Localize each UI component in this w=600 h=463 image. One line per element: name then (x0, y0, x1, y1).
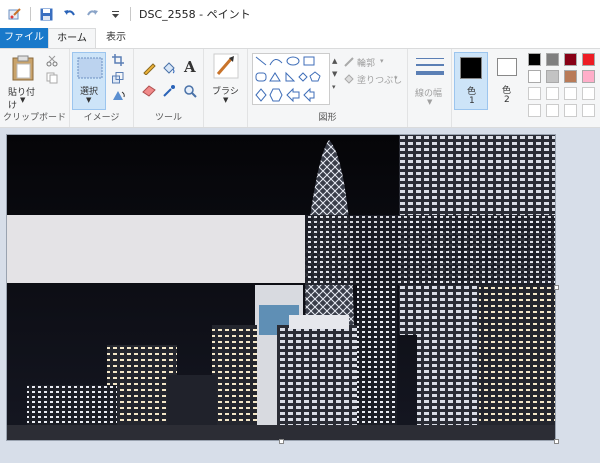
palette-swatch[interactable] (564, 104, 577, 117)
resize-handle-right[interactable] (554, 285, 559, 290)
palette-swatch[interactable] (546, 53, 559, 66)
brushes-dropdown-icon: ▼ (223, 96, 229, 104)
paint-app-icon[interactable] (7, 6, 23, 22)
eraser-icon[interactable] (142, 85, 156, 100)
text-tool-icon[interactable]: A (184, 58, 196, 76)
palette-swatch[interactable] (528, 53, 541, 66)
tab-home[interactable]: ホーム (48, 28, 96, 49)
shapes-scroll-icon[interactable]: ▲ ▼ ▾ (332, 55, 337, 94)
color1-swatch (460, 57, 482, 79)
copy-icon[interactable] (46, 72, 58, 87)
color-picker-icon[interactable] (162, 84, 176, 101)
size-dropdown-icon: ▼ (427, 98, 433, 106)
size-button[interactable]: 線の幅 ▼ (412, 53, 448, 115)
colors-group: 色 1 色 2 (452, 49, 600, 127)
palette-swatch[interactable] (582, 87, 595, 100)
window-title: DSC_2558 - ペイント (139, 8, 251, 21)
title-bar: DSC_2558 - ペイント (0, 0, 600, 28)
tools-group-label: ツール (154, 113, 182, 123)
size-group: 線の幅 ▼ (408, 49, 452, 127)
paste-button[interactable]: 貼り付け ▼ (6, 53, 40, 111)
ribbon-tab-row: ファイル ホーム 表示 (0, 28, 600, 49)
title-separator (130, 7, 131, 21)
tab-file[interactable]: ファイル (0, 28, 48, 48)
clipboard-group: 貼り付け ▼ クリップボード (0, 49, 70, 127)
tab-view[interactable]: 表示 (98, 28, 134, 48)
magnifier-icon[interactable] (183, 84, 197, 101)
undo-icon[interactable] (61, 6, 77, 22)
palette-swatch[interactable] (528, 70, 541, 83)
palette-swatch[interactable] (546, 70, 559, 83)
palette-swatch[interactable] (582, 70, 595, 83)
tools-group: A ツール (134, 49, 204, 127)
shapes-group-label: 図形 (318, 113, 337, 123)
fill-dropdown-icon: ▾ (394, 74, 398, 82)
outline-icon[interactable] (344, 56, 355, 70)
resize-icon[interactable] (112, 72, 124, 87)
clipboard-group-label: クリップボード (2, 113, 66, 123)
brushes-button[interactable]: ブラシ ▼ (208, 53, 244, 109)
title-separator (30, 7, 31, 21)
outline-dropdown-icon: ▾ (380, 57, 384, 65)
fill-bucket-icon[interactable] (162, 61, 176, 78)
select-rectangle-icon (77, 57, 103, 82)
fill-icon[interactable] (344, 73, 355, 87)
brushes-group: ブラシ ▼ (204, 49, 248, 127)
ribbon: 貼り付け ▼ クリップボード 選択 ▼ イメージ A ツール ブラシ ▼ ▲ ▼… (0, 48, 600, 128)
color2-button[interactable]: 色 2 (492, 52, 524, 110)
palette-swatch[interactable] (564, 70, 577, 83)
select-button[interactable]: 選択 ▼ (72, 52, 106, 110)
shapes-group: ▲ ▼ ▾ 輪郭 ▾ 塗りつぶし ▾ 図形 (248, 49, 408, 127)
resize-handle-corner[interactable] (554, 439, 559, 444)
brush-icon (213, 53, 239, 82)
resize-handle-bottom[interactable] (279, 439, 284, 444)
color1-button[interactable]: 色 1 (454, 52, 488, 110)
customize-toolbar-icon[interactable] (107, 6, 123, 22)
paste-dropdown-icon: ▼ (20, 96, 26, 104)
palette-swatch[interactable] (582, 53, 595, 66)
color2-swatch (497, 58, 517, 76)
palette-swatch[interactable] (528, 87, 541, 100)
palette-swatch[interactable] (528, 104, 541, 117)
color-palette (528, 53, 600, 117)
redo-icon[interactable] (84, 6, 100, 22)
outline-label[interactable]: 輪郭 (357, 56, 375, 69)
select-dropdown-icon: ▼ (86, 96, 92, 104)
image-group: 選択 ▼ イメージ (70, 49, 134, 127)
palette-swatch[interactable] (564, 53, 577, 66)
clipboard-icon (12, 55, 34, 84)
cut-icon[interactable] (46, 55, 58, 70)
color1-number: 1 (469, 96, 475, 106)
crop-icon[interactable] (112, 54, 124, 69)
save-icon[interactable] (38, 6, 54, 22)
canvas-area[interactable] (0, 128, 600, 463)
shapes-gallery[interactable] (252, 53, 330, 105)
pencil-icon[interactable] (142, 61, 156, 78)
line-width-icon (415, 55, 445, 84)
color2-number: 2 (504, 95, 510, 105)
palette-swatch[interactable] (582, 104, 595, 117)
palette-swatch[interactable] (546, 104, 559, 117)
canvas-image[interactable] (6, 134, 556, 441)
rotate-icon[interactable] (112, 89, 126, 104)
palette-swatch[interactable] (564, 87, 577, 100)
image-group-label: イメージ (83, 113, 120, 123)
palette-swatch[interactable] (546, 87, 559, 100)
